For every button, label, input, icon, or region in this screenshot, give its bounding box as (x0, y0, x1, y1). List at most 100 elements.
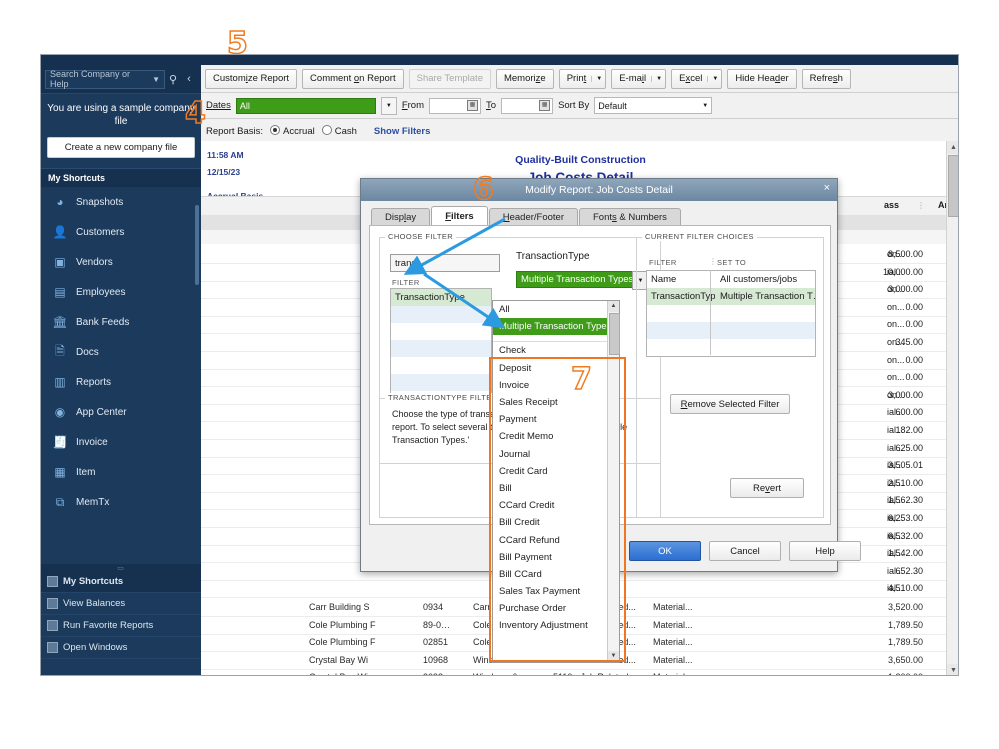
toolbar-button-label: Print (566, 73, 587, 84)
toolbar-button-print[interactable]: Print ▼ (558, 68, 607, 89)
report-basis-label: Report Basis: (206, 125, 264, 137)
chevron-down-icon[interactable]: ▼ (707, 75, 718, 82)
sidebar-item-vendors[interactable]: ▣ Vendors (41, 247, 201, 277)
sidebar-panel-my-shortcuts[interactable]: My Shortcuts (41, 571, 201, 593)
scroll-up-icon[interactable]: ▲ (608, 301, 619, 312)
scroll-up-icon[interactable]: ▲ (947, 141, 958, 154)
calendar-icon[interactable]: ▦ (467, 100, 479, 111)
accrual-label: Accrual (283, 126, 315, 137)
sort-by-select[interactable]: Default ▼ (594, 97, 713, 114)
toolbar-button-hide-header[interactable]: Hide Header (727, 68, 797, 89)
sidebar-panel-view-balances[interactable]: View Balances (41, 593, 201, 615)
revert-button[interactable]: Revert (730, 478, 804, 498)
toolbar-button-refresh[interactable]: Refresh (801, 68, 851, 89)
toolbar-button-e-mail[interactable]: E-mail ▼ (611, 68, 667, 89)
sidebar-item-reports[interactable]: ▥ Reports (41, 367, 201, 397)
shortcut-list: ◕ Snapshots 👤 Customers ▣ Vendors ▤ Employees 🏛 B… (41, 187, 201, 517)
tab-fonts-numbers[interactable]: Fonts & Numbers (579, 208, 681, 226)
chevron-down-icon[interactable]: ▼ (152, 75, 160, 84)
sidebar-item-invoice[interactable]: 🧾 Invoice (41, 427, 201, 457)
sidebar-item-label: MemTx (76, 496, 110, 508)
sidebar-item-memtx[interactable]: ⧉ MemTx (41, 487, 201, 517)
sidebar-item-item[interactable]: ▦ Item (41, 457, 201, 487)
sidebar-panel-list: My Shortcuts View Balances Run Favorite Re… (41, 571, 201, 659)
search-input[interactable]: Search Company or Help ▼ (45, 69, 165, 89)
remove-selected-filter-button[interactable]: Remove Selected Filter (670, 394, 790, 414)
badge-icon: ▤ (54, 285, 66, 299)
sidebar-scrollbar-thumb[interactable] (195, 205, 199, 285)
transaction-type-select-value[interactable]: Multiple Transaction Types (516, 271, 638, 288)
toolbar-button-label: Comment on Report (310, 73, 396, 84)
close-icon[interactable]: × (824, 182, 830, 194)
toolbar-button-memorize[interactable]: Memorize (495, 68, 554, 89)
sidebar-item-bank-feeds[interactable]: 🏛 Bank Feeds (41, 307, 201, 337)
cash-radio-option[interactable]: Cash (321, 125, 357, 137)
search-icon[interactable]: ⚲ (165, 73, 181, 86)
filter-list-item[interactable] (391, 340, 491, 357)
sidebar-panel-label: View Balances (63, 598, 126, 609)
sidebar-item-employees[interactable]: ▤ Employees (41, 277, 201, 307)
sidebar-item-docs[interactable]: 🗎 Docs (41, 337, 201, 367)
create-company-file-button[interactable]: Create a new company file (47, 137, 195, 158)
document-icon: 🗎 (55, 343, 65, 358)
sidebar-panel-run-favorite-reports[interactable]: Run Favorite Reports (41, 615, 201, 637)
accrual-radio-option[interactable]: Accrual (270, 125, 315, 137)
scrollbar-thumb[interactable] (948, 155, 958, 217)
current-filter-choices-list[interactable]: Name All customers/jobs TransactionType Mul… (646, 270, 816, 357)
sidebar-panel-label: Open Windows (63, 642, 128, 653)
filter-choice-row[interactable]: TransactionType Multiple Transaction T… (647, 288, 815, 305)
ok-button[interactable]: OK (629, 541, 701, 561)
filter-list-item[interactable] (391, 357, 491, 374)
callout-number-4: 4 (184, 95, 206, 132)
current-choices-label: CURRENT FILTER CHOICES (642, 232, 757, 241)
accrual-radio[interactable] (270, 125, 281, 135)
report-amount-cell: 0.00 (905, 354, 923, 365)
column-separator-icon[interactable]: ⋮ (709, 257, 717, 266)
sidebar-item-customers[interactable]: 👤 Customers (41, 217, 201, 247)
filter-choice-row[interactable] (647, 305, 815, 322)
report-cell-amount: 1,789.50 (887, 619, 923, 630)
report-vertical-scrollbar[interactable]: ▲ ▼ (946, 141, 958, 675)
to-input[interactable]: ▦ (501, 97, 554, 114)
filter-choice-row[interactable] (647, 322, 815, 339)
tab-label: Fonts & Numbers (593, 212, 667, 223)
sidebar-item-label: Docs (76, 346, 99, 358)
calendar-icon[interactable]: ▦ (539, 100, 551, 111)
chevron-down-icon[interactable]: ▼ (651, 75, 662, 82)
toolbar-button-excel[interactable]: Excel ▼ (671, 68, 723, 89)
toolbar-button-customize-report[interactable]: Customize Report (205, 68, 298, 89)
chevron-down-icon[interactable]: ▼ (591, 75, 602, 82)
cash-radio[interactable] (321, 125, 332, 135)
sidebar-panel-open-windows[interactable]: Open Windows (41, 637, 201, 659)
filter-list-item[interactable] (391, 374, 491, 391)
report-cell-cls: Material... (653, 672, 693, 675)
column-header-class[interactable]: ass (884, 200, 899, 210)
covid-resources-link[interactable]: COVID-19 Resources (41, 675, 201, 676)
table-row[interactable]: 3693 Windows & … 5110 · Job Related... Mate… (201, 669, 958, 675)
report-filter-bar: Dates All ▼ From ▦ To ▦ Sort By Default … (201, 93, 958, 119)
filter-choice-row[interactable]: Name All customers/jobs (647, 271, 815, 288)
sidebar-item-label: App Center (76, 406, 127, 418)
dates-dropdown-icon[interactable]: ▼ (380, 96, 397, 115)
scrollbar-thumb[interactable] (609, 313, 620, 355)
panel-icon (47, 576, 58, 587)
sidebar-item-app-center[interactable]: ◉ App Center (41, 397, 201, 427)
help-button[interactable]: Help (789, 541, 861, 561)
toolbar-button-comment-on-report[interactable]: Comment on Report (302, 68, 404, 89)
report-class-cell: on... (887, 319, 905, 330)
report-class-cell: ial... (887, 425, 904, 435)
show-filters-link[interactable]: Show Filters (374, 126, 430, 137)
column-separator-icon[interactable]: ⋮ (917, 201, 925, 210)
sidebar-item-snapshots[interactable]: ◕ Snapshots (41, 187, 201, 217)
report-cell-num: 89-0… (423, 619, 451, 630)
filter-choice-row[interactable] (647, 339, 815, 356)
sidebar-panel-label: My Shortcuts (63, 576, 124, 587)
panel-drag-handle[interactable]: ▭ (41, 564, 201, 572)
dropdown-separator (493, 335, 619, 343)
cancel-button[interactable]: Cancel (709, 541, 781, 561)
from-input[interactable]: ▦ (429, 97, 482, 114)
collapse-icon[interactable]: ‹ (181, 73, 197, 85)
app-center-icon: ◉ (54, 405, 66, 419)
dates-value[interactable]: All (235, 97, 376, 114)
scroll-down-icon[interactable]: ▼ (947, 664, 958, 675)
